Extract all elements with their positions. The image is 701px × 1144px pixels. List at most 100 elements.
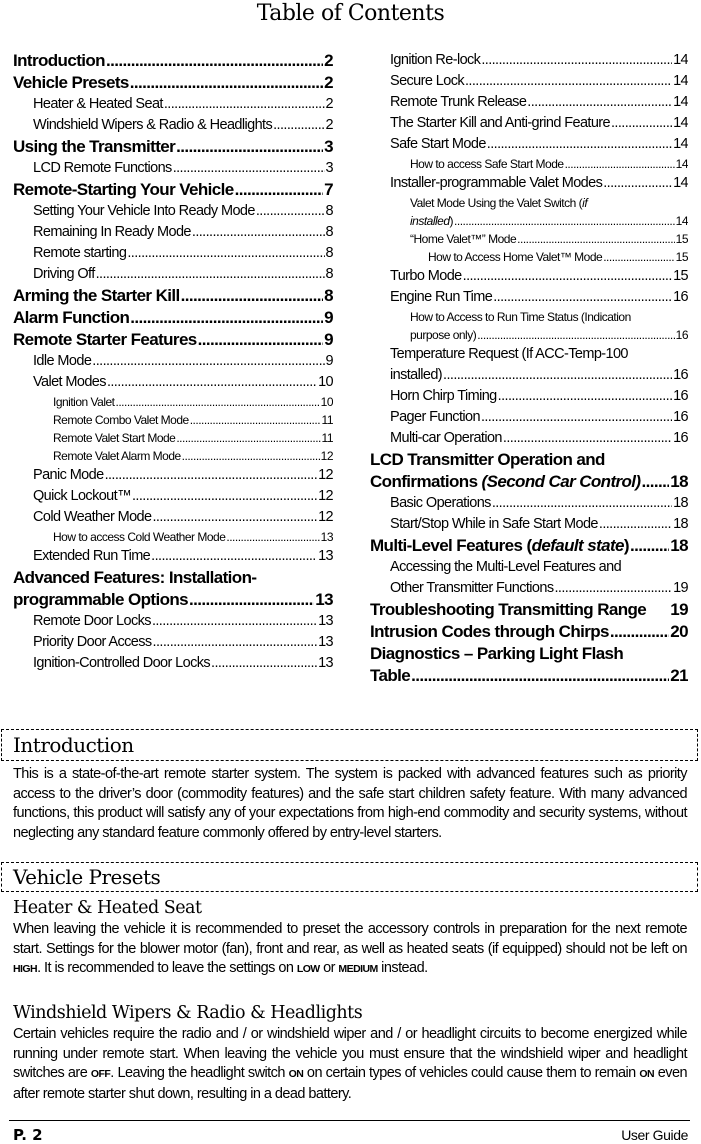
toc-entry[interactable]: Ignition Re-lock 14 (370, 50, 688, 71)
toc-page-number: 11 (321, 431, 333, 445)
toc-entry-label: Secure Lock (390, 73, 465, 89)
toc-entry[interactable]: Extended Run Time 13 (13, 546, 333, 567)
toc-entry-label: “Home Valet™” Mode (410, 232, 517, 246)
toc-leader-dots (96, 264, 325, 285)
toc-leader-dots (463, 266, 672, 287)
toc-entry[interactable]: Setting Your Vehicle Into Ready Mode 8 (13, 201, 333, 222)
toc-entry-label: Intrusion Codes through Chirps (370, 622, 609, 641)
toc-page-number: 16 (675, 328, 688, 342)
toc-entry[interactable]: Remote Valet Alarm Mode 12 (13, 447, 333, 465)
toc-entry[interactable]: Pager Function 16 (370, 407, 688, 428)
toc-entry[interactable]: How to Access Home Valet™ Mode 15 (370, 248, 688, 266)
toc-entry[interactable]: The Starter Kill and Anti-grind Feature 1… (370, 113, 688, 134)
toc-entry[interactable]: Using the Transmitter 3 (13, 136, 333, 158)
toc-entry-label: Valet Modes (33, 374, 107, 390)
toc-entry-line[interactable]: Valet Mode Using the Valet Switch (if (370, 194, 688, 212)
toc-entry[interactable]: Alarm Function 9 (13, 307, 333, 329)
toc-entry[interactable]: “Home Valet™” Mode 15 (370, 230, 688, 248)
toc-page-number: 21 (670, 666, 688, 685)
toc-page-number: 14 (673, 52, 688, 68)
toc-entry[interactable]: Other Transmitter Functions 19 (370, 578, 688, 599)
toc-entry-label: purpose only) (410, 328, 477, 342)
toc-entry-label: Using the Transmitter (13, 137, 176, 156)
toc-entry[interactable]: Windshield Wipers & Radio & Headlights 2 (13, 115, 333, 136)
toc-entry[interactable]: Troubleshooting Transmitting Range 19 (370, 599, 688, 621)
toc-leader-dots (481, 407, 672, 428)
toc-entry[interactable]: Confirmations (Second Car Control) 18 (370, 471, 688, 493)
toc-entry[interactable]: Intrusion Codes through Chirps 20 (370, 621, 688, 643)
toc-entry-label: LCD Remote Functions (33, 160, 172, 176)
toc-entry[interactable]: Ignition-Controlled Door Locks 13 (13, 653, 333, 674)
toc-entry-line[interactable]: How to Access to Run Time Status (Indica… (370, 308, 688, 326)
toc-entry-line[interactable]: Temperature Request (If ACC-Temp-100 (370, 344, 688, 365)
toc-entry[interactable]: LCD Remote Functions 3 (13, 158, 333, 179)
toc-entry[interactable]: Turbo Mode 15 (370, 266, 688, 287)
toc-entry[interactable]: Multi-car Operation 16 (370, 428, 688, 449)
toc-entry-label: Quick Lockout™ (33, 488, 132, 504)
toc-leader-dots (555, 578, 673, 599)
toc-entry-line[interactable]: Diagnostics – Parking Light Flash (370, 643, 688, 665)
toc-entry-label: Horn Chirp Timing (390, 388, 497, 404)
toc-page-number: 11 (321, 413, 333, 427)
toc-entry[interactable]: Heater & Heated Seat 2 (13, 94, 333, 115)
toc-page-number: 2 (325, 117, 333, 133)
toc-entry[interactable]: Valet Modes 10 (13, 372, 333, 393)
toc-entry[interactable]: Basic Operations 18 (370, 493, 688, 514)
toc-entry[interactable]: Remaining In Ready Mode 8 (13, 222, 333, 243)
toc-leader-dots (151, 546, 317, 567)
toc-leader-dots (603, 173, 672, 194)
toc-entry[interactable]: installed) 16 (370, 365, 688, 386)
toc-entry[interactable]: How to access Safe Start Mode 14 (370, 155, 688, 173)
toc-entry[interactable]: purpose only) 16 (370, 326, 688, 344)
toc-entry[interactable]: Idle Mode 9 (13, 351, 333, 372)
toc-entry-label: Engine Run Time (390, 289, 493, 305)
toc-entry[interactable]: installed) 14 (370, 212, 688, 230)
toc-entry[interactable]: Horn Chirp Timing 16 (370, 386, 688, 407)
toc-entry[interactable]: Introduction 2 (13, 50, 333, 72)
vehicle-presets-heading: Vehicle Presets (1, 862, 698, 892)
toc-page-number: 8 (324, 286, 333, 305)
introduction-heading: Introduction (1, 729, 698, 761)
toc-page-number: 16 (673, 388, 688, 404)
toc-entry[interactable]: Start/Stop While in Safe Start Mode 18 (370, 514, 688, 535)
toc-entry-line[interactable]: Advanced Features: Installation- (13, 567, 333, 589)
toc-entry[interactable]: Safe Start Mode 14 (370, 134, 688, 155)
toc-page-number: 15 (673, 268, 688, 284)
toc-entry[interactable]: Ignition Valet 10 (13, 393, 333, 411)
toc-entry[interactable]: Driving Off 8 (13, 264, 333, 285)
toc-leader-dots (443, 365, 672, 386)
toc-leader-dots (492, 493, 672, 514)
setting-medium: MEDIUM (338, 963, 378, 975)
toc-entry[interactable]: Remote Trunk Release 14 (370, 92, 688, 113)
toc-entry[interactable]: Arming the Starter Kill 8 (13, 285, 333, 307)
toc-entry[interactable]: Table 21 (370, 665, 688, 687)
toc-entry[interactable]: programmable Options 13 (13, 589, 333, 611)
toc-entry[interactable]: Quick Lockout™ 12 (13, 486, 333, 507)
toc-entry-label: Remote Combo Valet Mode (53, 413, 189, 427)
toc-entry[interactable]: Installer-programmable Valet Modes 14 (370, 173, 688, 194)
toc-entry-label: Turbo Mode (390, 268, 462, 284)
toc-entry[interactable]: Panic Mode 12 (13, 465, 333, 486)
toc-entry[interactable]: Engine Run Time 16 (370, 287, 688, 308)
toc-leader-dots (477, 326, 674, 344)
toc-entry[interactable]: Remote-Starting Your Vehicle 7 (13, 179, 333, 201)
toc-entry-line[interactable]: LCD Transmitter Operation and (370, 449, 688, 471)
toc-entry[interactable]: Cold Weather Mode 12 (13, 507, 333, 528)
toc-entry-label: Basic Operations (390, 495, 491, 511)
toc-entry[interactable]: Remote Door Locks 13 (13, 611, 333, 632)
toc-page-number: 19 (670, 600, 688, 619)
toc-page-number: 16 (673, 289, 688, 305)
toc-entry[interactable]: Remote Starter Features 9 (13, 329, 333, 351)
toc-entry[interactable]: Vehicle Presets 2 (13, 72, 333, 94)
toc-entry[interactable]: Remote Combo Valet Mode 11 (13, 411, 333, 429)
toc-entry[interactable]: Secure Lock 14 (370, 71, 688, 92)
toc-leader-dots (198, 329, 323, 351)
toc-entry[interactable]: How to access Cold Weather Mode 13 (13, 528, 333, 546)
toc-page-number: 18 (670, 472, 688, 491)
toc-entry-line[interactable]: Accessing the Multi-Level Features and (370, 557, 688, 578)
toc-entry[interactable]: Priority Door Access 13 (13, 632, 333, 653)
toc-entry[interactable]: Remote starting 8 (13, 243, 333, 264)
toc-entry[interactable]: Multi-Level Features (default state) 18 (370, 535, 688, 557)
toc-page-number: 15 (675, 232, 688, 246)
toc-entry[interactable]: Remote Valet Start Mode 11 (13, 429, 333, 447)
